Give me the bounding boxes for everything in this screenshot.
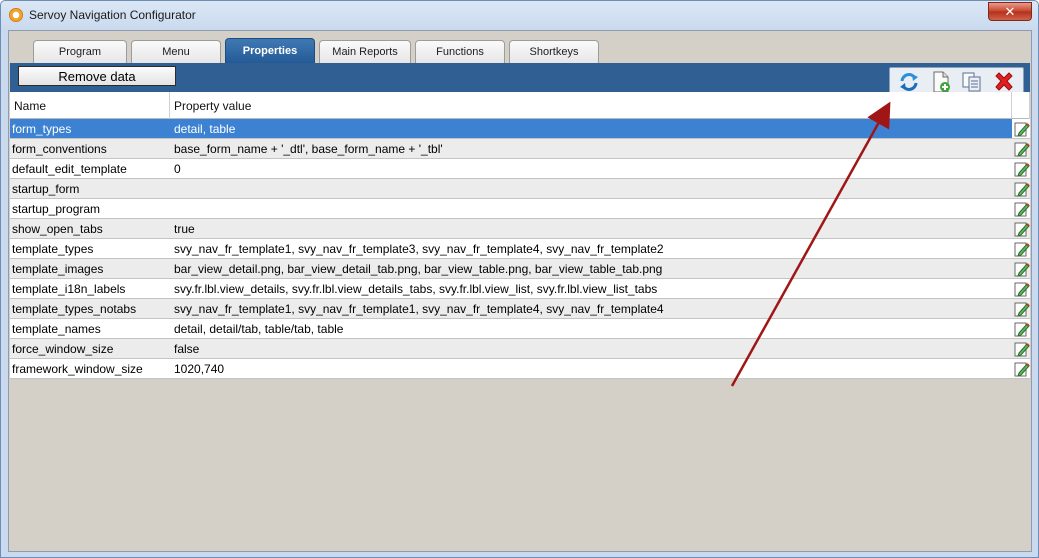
table-row[interactable]: framework_window_size 1020,740	[10, 359, 1030, 379]
tab-strip: Program Menu Properties Main Reports Functio…	[33, 38, 599, 63]
copy-icon[interactable]	[960, 70, 984, 94]
property-name-cell: default_edit_template	[12, 161, 127, 176]
property-name-cell: template_types	[12, 241, 94, 256]
column-header-value[interactable]: Property value	[170, 92, 1012, 119]
table-row[interactable]: template_types svy_nav_fr_template1, svy_…	[10, 239, 1030, 259]
window-title: Servoy Navigation Configurator	[29, 8, 196, 22]
refresh-icon[interactable]	[897, 70, 921, 94]
property-value-cell	[170, 199, 1012, 218]
tab-menu[interactable]: Menu	[131, 40, 221, 63]
table-row[interactable]: template_types_notabs svy_nav_fr_template…	[10, 299, 1030, 319]
table-row[interactable]: form_types detail, table	[10, 119, 1030, 139]
table-header: Name Property value	[10, 92, 1030, 119]
property-name-cell: startup_form	[12, 181, 80, 196]
table-body: form_types detail, table form_conventions b…	[10, 119, 1030, 379]
edit-icon[interactable]	[1012, 339, 1030, 358]
property-value-cell: bar_view_detail.png, bar_view_detail_tab…	[174, 261, 663, 276]
column-header-edit	[1012, 92, 1030, 119]
table-row[interactable]: startup_form	[10, 179, 1030, 199]
property-value-cell: true	[174, 221, 195, 236]
edit-icon[interactable]	[1012, 179, 1030, 198]
remove-data-button[interactable]: Remove data	[18, 66, 176, 86]
property-value-cell: false	[174, 341, 200, 356]
delete-icon[interactable]	[992, 70, 1016, 94]
edit-icon[interactable]	[1012, 299, 1030, 318]
property-value-cell: base_form_name + '_dtl', base_form_name …	[174, 141, 443, 156]
property-value-cell	[170, 179, 1012, 198]
tab-main-reports[interactable]: Main Reports	[319, 40, 411, 63]
edit-icon[interactable]	[1012, 119, 1030, 138]
property-value-cell: svy_nav_fr_template1, svy_nav_fr_templat…	[174, 301, 664, 316]
table-row[interactable]: form_conventions base_form_name + '_dtl',…	[10, 139, 1030, 159]
property-value-cell: 1020,740	[174, 361, 225, 376]
property-value-cell: detail, detail/tab, table/tab, table	[174, 321, 344, 336]
property-name-cell: template_images	[12, 261, 104, 276]
property-name-cell: show_open_tabs	[12, 221, 103, 236]
add-document-icon[interactable]	[929, 70, 953, 94]
edit-icon[interactable]	[1012, 259, 1030, 278]
table-row[interactable]: template_images bar_view_detail.png, bar_…	[10, 259, 1030, 279]
property-name-cell: template_i18n_labels	[12, 281, 126, 296]
property-name-cell: startup_program	[12, 201, 101, 216]
app-window: Servoy Navigation Configurator ✕ Program…	[0, 0, 1039, 558]
property-value-cell: svy_nav_fr_template1, svy_nav_fr_templat…	[174, 241, 664, 256]
tab-properties[interactable]: Properties	[225, 38, 315, 63]
property-name-cell: template_types_notabs	[12, 301, 137, 316]
edit-icon[interactable]	[1012, 319, 1030, 338]
column-header-name[interactable]: Name	[10, 92, 170, 119]
title-bar: Servoy Navigation Configurator ✕	[1, 1, 1038, 29]
properties-table: Name Property value form_types detail, ta…	[10, 92, 1030, 550]
table-row[interactable]: show_open_tabs true	[10, 219, 1030, 239]
servoy-logo-icon	[9, 8, 23, 22]
table-row[interactable]: startup_program	[10, 199, 1030, 219]
window-close-button[interactable]: ✕	[988, 2, 1032, 21]
edit-icon[interactable]	[1012, 279, 1030, 298]
property-name-cell: form_types	[12, 121, 72, 136]
close-icon: ✕	[1004, 3, 1016, 19]
table-row[interactable]: template_names detail, detail/tab, table/…	[10, 319, 1030, 339]
table-row[interactable]: default_edit_template 0	[10, 159, 1030, 179]
edit-icon[interactable]	[1012, 199, 1030, 218]
tab-shortkeys[interactable]: Shortkeys	[509, 40, 599, 63]
table-row[interactable]: template_i18n_labels svy.fr.lbl.view_deta…	[10, 279, 1030, 299]
property-name-cell: force_window_size	[12, 341, 114, 356]
action-bar: Remove data	[10, 63, 1030, 97]
edit-icon[interactable]	[1012, 359, 1030, 378]
property-value-cell: detail, table	[174, 121, 236, 136]
table-row[interactable]: force_window_size false	[10, 339, 1030, 359]
tab-program[interactable]: Program	[33, 40, 127, 63]
property-value-cell: 0	[174, 161, 181, 176]
edit-icon[interactable]	[1012, 159, 1030, 178]
property-value-cell: svy.fr.lbl.view_details, svy.fr.lbl.view…	[174, 281, 658, 296]
edit-icon[interactable]	[1012, 239, 1030, 258]
property-name-cell: form_conventions	[12, 141, 107, 156]
edit-icon[interactable]	[1012, 139, 1030, 158]
property-name-cell: framework_window_size	[12, 361, 143, 376]
edit-icon[interactable]	[1012, 219, 1030, 238]
property-name-cell: template_names	[12, 321, 101, 336]
tab-functions[interactable]: Functions	[415, 40, 505, 63]
client-area: Program Menu Properties Main Reports Functio…	[8, 30, 1032, 552]
